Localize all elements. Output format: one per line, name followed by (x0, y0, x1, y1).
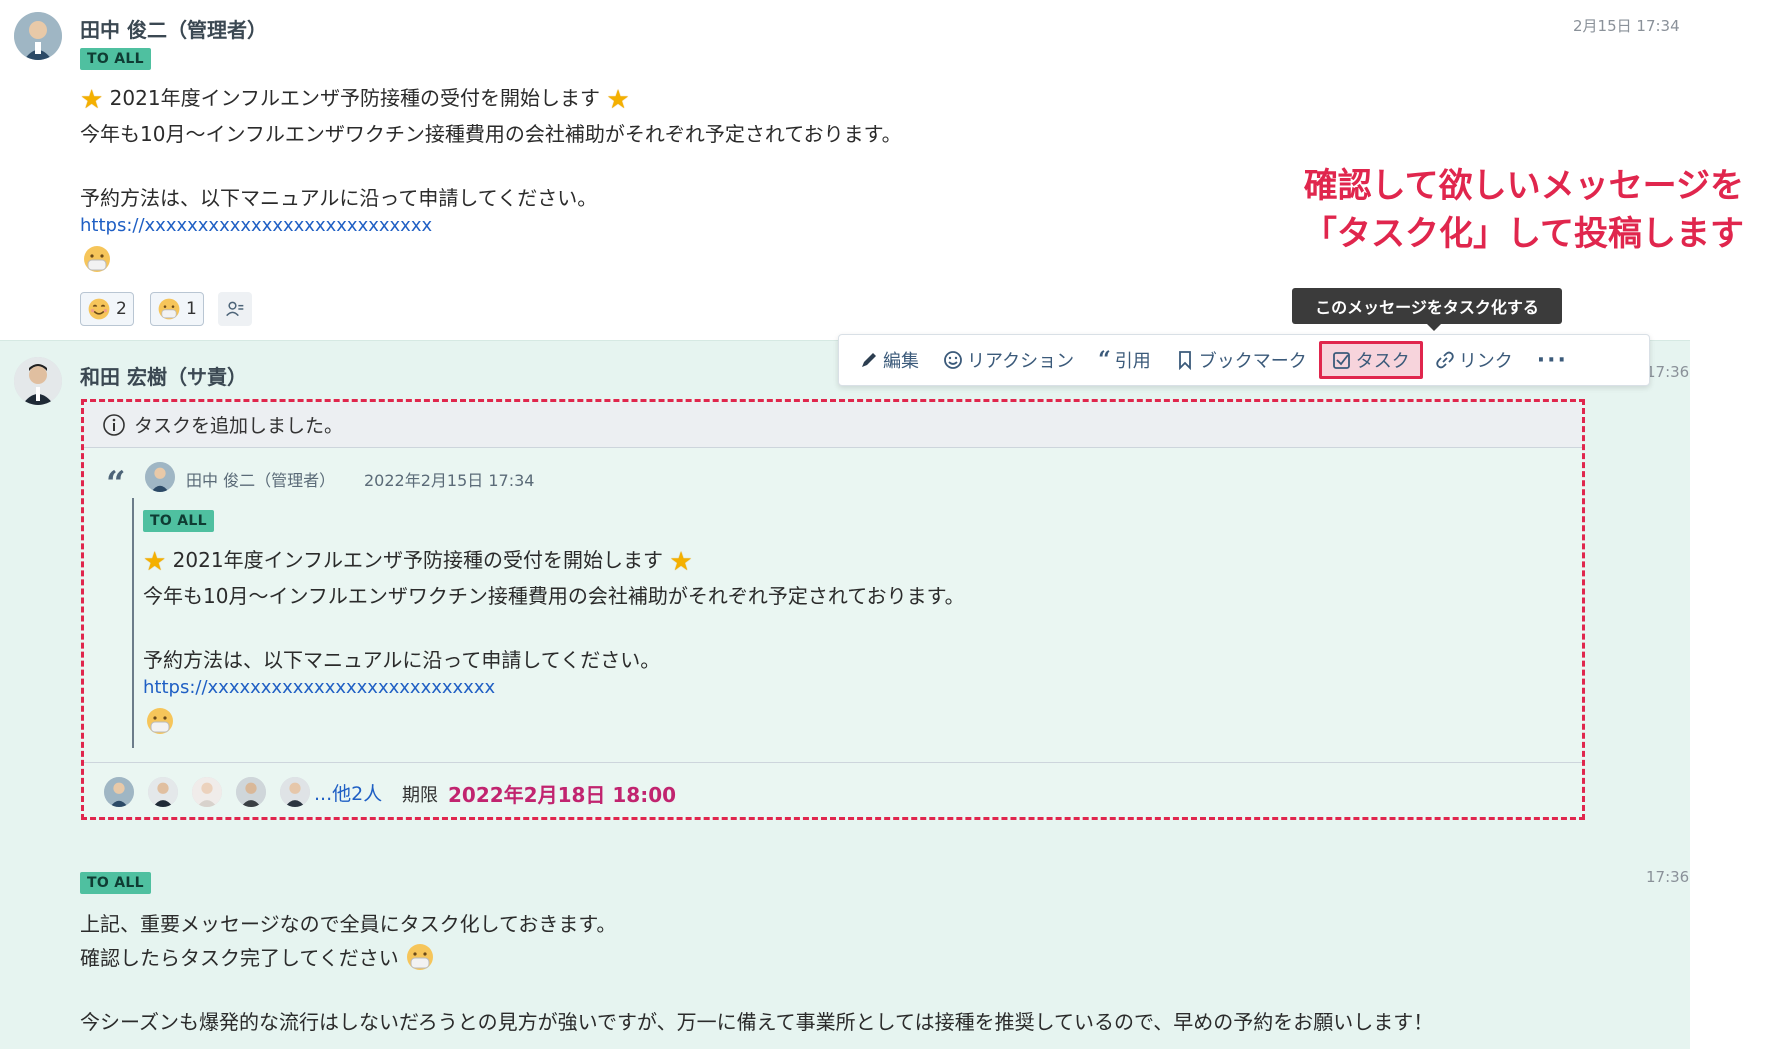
message-text: 今年も10月〜インフルエンザワクチン接種費用の会社補助がそれぞれ予定されておりま… (80, 122, 902, 146)
message-text: 確認したらタスク完了してください (80, 942, 435, 972)
to-all-badge: TO ALL (143, 510, 214, 532)
mask-face-icon (157, 297, 181, 321)
avatar[interactable] (145, 462, 175, 492)
message-time: 2月15日 17:34 (1573, 17, 1680, 35)
quote-bar (132, 498, 134, 748)
checkbox-icon (1332, 352, 1350, 369)
reaction-smile[interactable]: 2 (80, 292, 134, 326)
quote-text: 予約方法は、以下マニュアルに沿って申請してください。 (143, 648, 661, 672)
quote-author[interactable]: 田中 俊二（管理者） (186, 467, 335, 491)
reaction-count: 1 (186, 299, 197, 319)
message-action-bar: 編集 リアクション “ 引用 ブックマーク タスク リンク ··· (838, 334, 1650, 386)
message-link[interactable]: https://xxxxxxxxxxxxxxxxxxxxxxxxxxx (80, 215, 432, 236)
avatar[interactable] (14, 12, 62, 60)
message-text: 上記、重要メッセージなので全員にタスク化しておきます。 (80, 912, 617, 936)
message-author[interactable]: 和田 宏樹（サ責） (80, 361, 247, 390)
message-text: 今シーズンも爆発的な流行はしないだろうとの見方が強いですが、万一に備えて事業所と… (80, 1010, 1434, 1034)
assignee-avatar[interactable] (192, 777, 222, 807)
bookmark-button[interactable]: ブックマーク (1175, 341, 1307, 379)
star-icon: ★ (669, 547, 693, 577)
message-time: 17:36 (1646, 868, 1690, 886)
task-header: タスクを追加しました。 (84, 402, 1582, 448)
other-assignees-link[interactable]: ...他2人 (314, 779, 382, 806)
message-author[interactable]: 田中 俊二（管理者） (80, 14, 267, 43)
avatar[interactable] (14, 357, 62, 405)
assignee-avatar[interactable] (104, 777, 134, 807)
reaction-button[interactable]: リアクション (943, 341, 1074, 379)
message-title: ★ 2021年度インフルエンザ予防接種の受付を開始します ★ (80, 85, 630, 115)
due-date: 2022年2月18日 18:00 (448, 783, 677, 807)
bookmark-icon (1178, 351, 1191, 370)
star-icon: ★ (80, 85, 104, 115)
annotation-line-2: 「タスク化」して投稿します (1303, 214, 1744, 254)
quote-link[interactable]: https://xxxxxxxxxxxxxxxxxxxxxxxxxxx (143, 677, 495, 698)
message-time: 17:36 (1646, 363, 1690, 381)
quote-title: ★ 2021年度インフルエンザ予防接種の受付を開始します ★ (143, 547, 693, 577)
task-card: タスクを追加しました。 “ 田中 俊二（管理者） 2022年2月15日 17:3… (81, 399, 1585, 820)
to-all-badge: TO ALL (80, 872, 151, 894)
more-button[interactable]: ··· (1537, 341, 1568, 379)
smile-face-icon (87, 297, 111, 321)
quote-button[interactable]: “ 引用 (1098, 341, 1151, 379)
assignee-avatar[interactable] (236, 777, 266, 807)
users-list-icon (226, 301, 244, 317)
message-text: 予約方法は、以下マニュアルに沿って申請してください。 (80, 186, 598, 210)
link-icon (1436, 351, 1454, 369)
task-footer: ...他2人 期限 2022年2月18日 18:00 (84, 762, 1582, 820)
mask-face-icon (405, 942, 435, 972)
assignee-avatar[interactable] (280, 777, 310, 807)
quote-icon: “ (106, 464, 126, 504)
task-button[interactable]: タスク (1318, 341, 1423, 379)
read-users-button[interactable] (218, 292, 252, 326)
star-icon: ★ (143, 547, 167, 577)
assignee-avatar[interactable] (148, 777, 178, 807)
mask-face-icon (82, 244, 112, 274)
star-icon: ★ (606, 85, 630, 115)
link-button[interactable]: リンク (1435, 341, 1513, 379)
mask-face-icon (145, 706, 175, 736)
edit-button[interactable]: 編集 (859, 341, 919, 379)
pencil-icon (862, 353, 876, 367)
reaction-count: 2 (116, 299, 127, 319)
task-tooltip: このメッセージをタスク化する (1292, 288, 1562, 331)
reaction-mask[interactable]: 1 (150, 292, 204, 326)
due-label: 期限 (402, 785, 438, 806)
task-header-text: タスクを追加しました。 (134, 415, 344, 437)
quote-text: 今年も10月〜インフルエンザワクチン接種費用の会社補助がそれぞれ予定されておりま… (143, 584, 965, 608)
to-all-badge: TO ALL (80, 48, 151, 70)
info-icon (103, 413, 125, 436)
emoji-add-icon (944, 351, 962, 369)
annotation-line-1: 確認して欲しいメッセージを (1303, 166, 1744, 206)
quote-icon: “ (1098, 347, 1111, 373)
quote-time: 2022年2月15日 17:34 (364, 471, 535, 490)
